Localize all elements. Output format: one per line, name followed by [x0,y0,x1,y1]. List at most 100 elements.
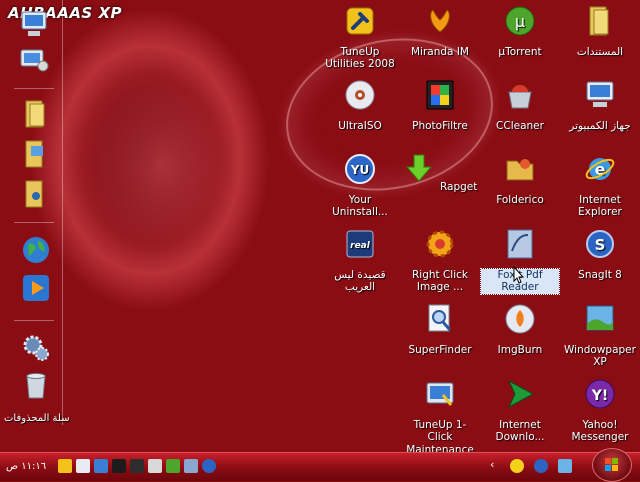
desktop-icon-label: جهاز الكمبيوتر [569,119,631,132]
desktop-icon-internet-download-manager[interactable]: Internet Downlo... [481,377,559,444]
taskbar: ١١:١٦ ص ‹ [0,452,640,481]
svg-text:real: real [350,241,371,251]
desktop-icon-superfinder[interactable]: SuperFinder [401,302,479,356]
desktop-icon-label: Internet Explorer [578,193,622,219]
quick-launch-smiley-icon[interactable] [510,459,524,473]
my-computer-icon[interactable] [18,8,50,40]
desktop-icon-folderico[interactable]: Folderico [481,152,559,206]
tray-utorrent-icon[interactable] [166,459,180,473]
start-button[interactable] [592,448,632,482]
desktop-icon-miranda-im[interactable]: Miranda IM [401,4,479,58]
gear-icon[interactable] [20,332,52,364]
uninstaller-icon: YU [345,154,375,184]
desktop-icon-ccleaner[interactable]: CCleaner [481,78,559,132]
quick-launch-sidebar [8,0,63,425]
music-folder-icon[interactable] [20,178,52,210]
tuneup-maintenance-icon [426,382,454,406]
tray-security-icon[interactable] [184,459,198,473]
sidebar-divider [14,88,54,89]
svg-text:µ: µ [515,12,525,31]
recycle-bin-label[interactable]: سلة المحذوفات [4,413,70,424]
desktop-icon-utorrent[interactable]: µ µTorrent [481,4,559,58]
desktop-icon-label: Right Click Image ... [411,268,468,294]
idm-arrow-icon [507,379,535,409]
download-arrow-icon [405,154,432,182]
desktop-icon-label: µTorrent [498,45,542,58]
folder-icon[interactable] [20,98,52,130]
foxit-icon [507,229,533,259]
windows-logo-icon [605,458,618,471]
cd-icon [345,80,375,110]
desktop-icon-label: CCleaner [496,119,544,132]
desktop-icon-label: المستندات [576,45,624,58]
desktop-icon-real-arabic[interactable]: real قصيدة ليس العريب [321,227,399,294]
desktop-icon-photofiltre[interactable]: PhotoFiltre [401,78,479,132]
recycle-bin-icon[interactable] [20,370,52,402]
documents-folder-icon [589,6,609,36]
quick-launch-desktop-icon[interactable] [558,459,572,473]
desktop-icon-tuneup-1click[interactable]: TuneUp 1-Click Maintenance [401,377,479,452]
utorrent-icon: µ [505,6,535,36]
desktop-icon-label: TuneUp 1-Click Maintenance [406,418,474,453]
desktop-icon-yahoo-messenger[interactable]: Y! Yahoo! Messenger [561,377,639,444]
tray-skype-icon[interactable] [202,459,216,473]
tray-speaker-icon[interactable] [112,459,126,473]
snagit-icon: S [586,230,614,258]
desktop-icon-label: Rapget [439,181,478,193]
desktop-icon-ultraiso[interactable]: UltraISO [321,78,399,132]
desktop-icon-label: PhotoFiltre [412,119,468,132]
desktop-icon-label: Folderico [496,193,544,206]
desktop-icon-label: SuperFinder [408,343,472,356]
desktop-icon-label: قصيدة ليس العريب [334,268,386,294]
tray-network-icon[interactable] [94,459,108,473]
imgburn-icon [505,304,535,334]
desktop-icon-label: Windowpaper XP [564,343,636,369]
tray-arabic-keyboard-icon[interactable] [130,459,144,473]
desktop-icon-label: ImgBurn [497,343,543,356]
desktop-icon-imgburn[interactable]: ImgBurn [481,302,559,356]
media-player-icon[interactable] [20,272,52,304]
system-clock[interactable]: ١١:١٦ ص [6,461,46,472]
desktop-icon-right-click-image[interactable]: Right Click Image ... [401,227,479,294]
tray-tuneup-icon[interactable] [58,459,72,473]
svg-text:YU: YU [350,163,369,177]
sidebar-divider [14,222,54,223]
magnifier-document-icon [428,304,452,332]
svg-text:Y!: Y! [591,388,609,404]
tuneup-icon [346,7,374,35]
desktop-icon-internet-explorer[interactable]: e Internet Explorer [561,152,639,219]
quick-launch-skype-icon[interactable] [534,459,548,473]
svg-text:S: S [595,236,606,254]
tray-snagit-icon[interactable] [148,459,162,473]
desktop-icon-documents[interactable]: المستندات [561,4,639,58]
desktop-icon-tuneup-utilities[interactable]: TuneUp Utilities 2008 [321,4,399,71]
folderico-icon [506,159,534,181]
desktop-icon-my-computer[interactable]: جهاز الكمبيوتر [561,78,639,132]
desktop-icon-label: Yahoo! Messenger [571,418,629,444]
desktop-icon-label: Internet Downlo... [495,418,545,444]
desktop-icon-label: UltraISO [338,119,382,132]
tray-document-icon[interactable] [76,459,90,473]
yahoo-messenger-icon: Y! [585,379,615,409]
sidebar-divider [14,320,54,321]
desktop-icon-windowpaper-xp[interactable]: Windowpaper XP [561,302,639,369]
quick-launch-chevron-icon[interactable]: ‹ [490,458,504,472]
real-player-icon: real [346,230,374,258]
photofiltre-icon [426,80,454,110]
computer-icon [586,81,614,107]
globe-icon[interactable] [20,234,52,266]
internet-explorer-icon: e [585,158,615,180]
desktop-icon-snagit[interactable]: S SnagIt 8 [561,227,639,281]
desktop-wallpaper: AHBAAAS XP سلة المحذوفات TuneUp Utilitie… [0,0,640,452]
desktop-icon-rapget[interactable]: Rapget [401,152,479,194]
desktop-icon-label: Your Uninstall... [332,193,388,219]
desktop-icon-your-uninstaller[interactable]: YU Your Uninstall... [321,152,399,219]
ccleaner-icon [508,84,532,109]
sun-gear-icon [426,230,454,258]
windowpaper-icon [586,305,614,331]
desktop-icon-label: Miranda IM [411,45,469,58]
miranda-icon [430,9,450,33]
network-icon[interactable] [18,42,50,74]
desktop-icon-label: TuneUp Utilities 2008 [325,45,395,71]
pictures-folder-icon[interactable] [20,138,52,170]
